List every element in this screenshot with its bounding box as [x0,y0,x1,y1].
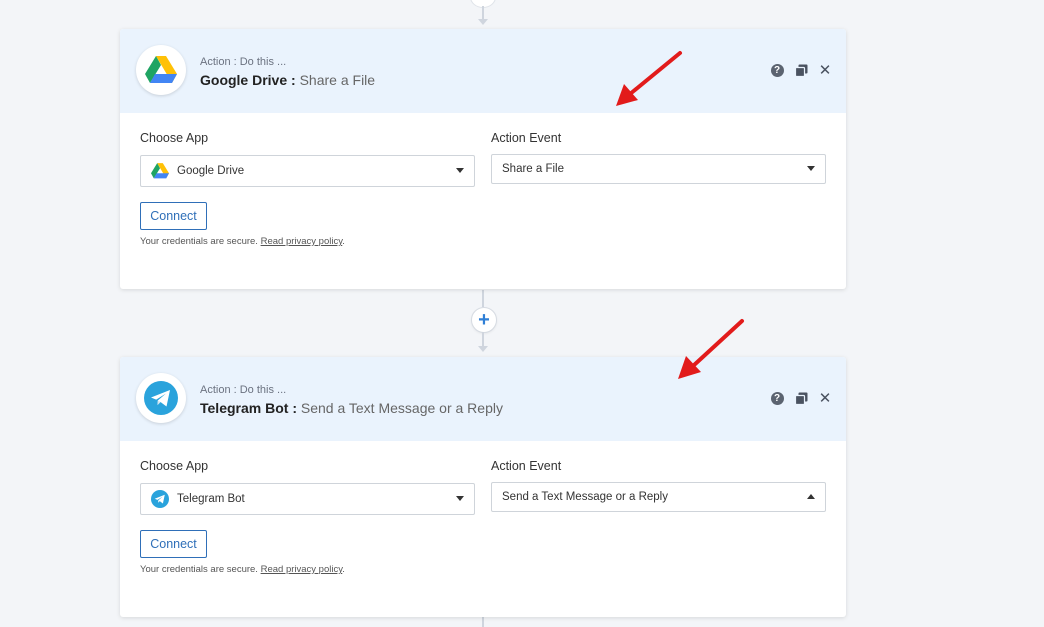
action-event-label: Action Event [491,131,562,145]
step-body: Choose App Action Event Telegram Bot Sen… [120,441,846,617]
step-body: Choose App Action Event Google Drive Sha… [120,113,846,289]
privacy-policy-link[interactable]: Read privacy policy [261,564,343,575]
copy-icon [794,392,807,405]
choose-app-select[interactable]: Google Drive [140,155,475,187]
chevron-down-icon [456,496,464,501]
choose-app-label: Choose App [140,131,209,145]
help-icon: ? [770,391,784,405]
action-event-value: Share a File [502,163,565,175]
annotation-arrow-2 [678,319,744,379]
remove-step-button[interactable]: ✕ [818,389,832,407]
help-button[interactable]: ? [770,63,784,77]
choose-app-value: Google Drive [177,165,245,177]
duplicate-button[interactable] [794,391,808,405]
duplicate-button[interactable] [794,63,808,77]
step-event-name: Send a Text Message or a Reply [300,400,503,416]
annotation-arrow-1 [616,51,682,106]
step-type-label: Action : Do this ... [200,56,287,68]
remove-step-button[interactable]: ✕ [818,61,832,79]
step-title-separator: : [288,400,301,416]
credentials-secure-text: Your credentials are secure. [140,564,258,575]
google-drive-logo-icon [136,45,186,95]
telegram-small-icon [151,490,169,508]
credentials-secure-text: Your credentials are secure. [140,236,258,247]
connect-button[interactable]: Connect [140,530,207,558]
step-type-label: Action : Do this ... [200,384,287,396]
action-event-label: Action Event [491,459,562,473]
step-app-name: Telegram Bot [200,400,289,416]
close-icon: ✕ [818,61,832,79]
chevron-down-icon [456,168,464,173]
choose-app-select[interactable]: Telegram Bot [140,483,475,515]
chevron-up-icon [807,494,815,499]
add-step-button[interactable]: + [471,307,497,333]
step-title-separator: : [287,72,300,88]
choose-app-label: Choose App [140,459,209,473]
credentials-note: Your credentials are secure. Read privac… [140,236,345,247]
telegram-logo-icon [136,373,186,423]
copy-icon [794,64,807,77]
flow-connector-top [482,6,484,20]
privacy-policy-link[interactable]: Read privacy policy [261,236,343,247]
step-event-name: Share a File [299,72,376,88]
action-event-select[interactable]: Send a Text Message or a Reply [491,482,826,512]
step-card-telegram-bot: Action : Do this ... Telegram Bot : Send… [120,357,846,617]
flow-arrow-top [478,19,488,25]
note-period: . [342,236,345,247]
step-title: Telegram Bot : Send a Text Message or a … [200,400,503,416]
choose-app-value: Telegram Bot [177,493,245,505]
step-title: Google Drive : Share a File [200,72,375,88]
flow-arrow-middle [478,346,488,352]
credentials-note: Your credentials are secure. Read privac… [140,564,345,575]
step-tools: ? ✕ [770,61,832,79]
flow-connector-middle-lower [482,332,484,347]
action-event-select[interactable]: Share a File [491,154,826,184]
google-drive-small-icon [151,162,169,180]
action-event-value: Send a Text Message or a Reply [502,491,668,503]
chevron-down-icon [807,166,815,171]
help-button[interactable]: ? [770,391,784,405]
step-tools: ? ✕ [770,389,832,407]
flow-connector-bottom [482,617,484,627]
flow-connector-middle-upper [482,290,484,307]
step-card-google-drive: Action : Do this ... Google Drive : Shar… [120,29,846,289]
connect-button[interactable]: Connect [140,202,207,230]
step-header[interactable]: Action : Do this ... Google Drive : Shar… [120,29,846,113]
note-period: . [342,564,345,575]
help-icon: ? [770,63,784,77]
close-icon: ✕ [818,389,832,407]
step-app-name: Google Drive [200,72,288,88]
